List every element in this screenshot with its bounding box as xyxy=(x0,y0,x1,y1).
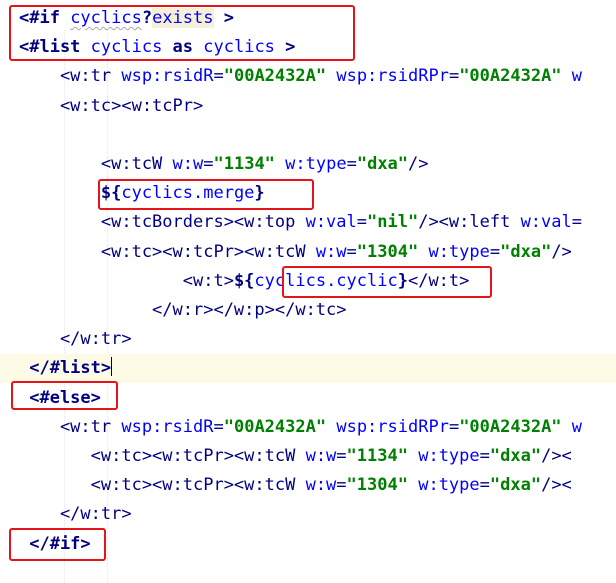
annotation-box-cyclic xyxy=(282,266,492,298)
code-token: "1134" xyxy=(213,154,275,174)
code-token: "dxa" xyxy=(356,154,409,174)
code-token: w:val xyxy=(305,212,357,233)
code-token: = xyxy=(336,446,347,466)
code-line[interactable]: <w:tc><w:tcPr><w:tcW w:w="1304" w:type="… xyxy=(0,471,616,500)
code-token: </w:r></w:p></w:tc> xyxy=(19,300,347,320)
code-line[interactable]: <w:tcBorders><w:top w:val="nil"/><w:left… xyxy=(0,208,616,237)
code-token: "00A2432A" xyxy=(223,416,327,437)
text-caret xyxy=(111,357,113,377)
code-token: <w:tc><w:tcPr><w:tcW xyxy=(19,446,306,466)
code-token: <w:tcBorders><w:top xyxy=(19,212,306,233)
code-token: = xyxy=(448,416,460,437)
code-token: = xyxy=(571,212,582,233)
code-line[interactable]: </w:r></w:p></w:tc> xyxy=(0,296,616,325)
code-line[interactable]: <w:tc><w:tcPr> xyxy=(0,92,616,121)
code-token: <w:tr xyxy=(19,66,122,87)
code-token: </w:tr> xyxy=(19,329,132,350)
code-token: = xyxy=(346,241,357,262)
code-token: "dxa" xyxy=(500,241,552,262)
code-token: "00A2432A" xyxy=(459,416,562,437)
code-token: w:w xyxy=(305,446,337,466)
code-token: <w:tr xyxy=(19,416,122,437)
code-token: = xyxy=(479,475,490,496)
code-token: w:w xyxy=(172,154,204,174)
code-token: = xyxy=(336,475,347,496)
code-token: w:val xyxy=(520,212,572,233)
code-token: = xyxy=(479,446,490,466)
code-token: w:type xyxy=(418,475,480,496)
code-line[interactable]: <w:tr wsp:rsidR="00A2432A" wsp:rsidRPr="… xyxy=(0,62,616,91)
code-line[interactable]: </w:tr> xyxy=(0,325,616,354)
annotation-box-endif xyxy=(9,528,106,561)
code-token: </w:tr> xyxy=(19,504,132,525)
code-token: "1134" xyxy=(346,446,408,466)
code-token: "dxa" xyxy=(489,446,542,466)
code-token: wsp:rsidRPr xyxy=(336,66,449,87)
code-line[interactable]: <w:tc><w:tcPr><w:tcW w:w="1134" w:type="… xyxy=(0,442,616,471)
code-token: wsp:rsidR xyxy=(121,416,214,437)
code-token: = xyxy=(356,212,368,233)
code-token: = xyxy=(448,66,460,87)
code-token: /> xyxy=(408,154,429,174)
annotation-box-merge xyxy=(98,179,314,210)
code-token: = xyxy=(489,241,501,262)
code-line[interactable] xyxy=(0,121,616,150)
code-token: = xyxy=(213,416,224,437)
code-token: "00A2432A" xyxy=(459,66,562,87)
code-token: />< xyxy=(541,475,572,496)
code-token: w xyxy=(561,66,583,87)
code-token: <w:tc><w:tcPr><w:tcW xyxy=(19,241,316,262)
code-token: "dxa" xyxy=(489,475,542,496)
code-token: w xyxy=(561,416,583,437)
annotation-box-else xyxy=(11,381,118,410)
code-line[interactable]: <w:tcW w:w="1134" w:type="dxa"/> xyxy=(0,150,616,179)
code-token: wsp:rsidR xyxy=(121,66,214,87)
code-token: <w:tc><w:tcPr><w:tcW xyxy=(19,475,306,496)
code-token: ${ xyxy=(233,270,255,291)
code-token: "1304" xyxy=(346,475,408,496)
code-line[interactable]: </#list> xyxy=(0,354,616,384)
code-token: "1304" xyxy=(356,241,419,262)
code-token: w:w xyxy=(305,475,337,496)
code-token: <w:tcW xyxy=(19,154,173,174)
code-editor[interactable]: <#if cyclics?exists > <#list cyclics as c… xyxy=(0,0,616,583)
code-token: = xyxy=(203,154,214,174)
annotation-box-if-list-header xyxy=(9,5,355,61)
code-token: /><w:left xyxy=(418,212,521,233)
code-token: w:type xyxy=(285,154,347,174)
code-token: w:type xyxy=(418,446,480,466)
code-token: <w:t> xyxy=(19,270,234,291)
code-line[interactable]: <w:tc><w:tcPr><w:tcW w:w="1304" w:type="… xyxy=(0,238,616,267)
code-token: </#list> xyxy=(19,358,112,379)
code-token: /> xyxy=(551,241,572,262)
code-line[interactable]: </w:tr> xyxy=(0,500,616,529)
code-line[interactable]: <w:tr wsp:rsidR="00A2432A" wsp:rsidRPr="… xyxy=(0,413,616,442)
code-token: w:type xyxy=(428,241,490,262)
code-token: w:w xyxy=(315,241,347,262)
code-token: = xyxy=(346,154,357,174)
code-token: wsp:rsidRPr xyxy=(336,416,449,437)
code-token: "nil" xyxy=(367,212,419,233)
code-token: "00A2432A" xyxy=(223,66,327,87)
code-token: <w:tc><w:tcPr> xyxy=(19,95,204,116)
code-token: />< xyxy=(541,446,572,466)
code-token: = xyxy=(213,66,224,87)
